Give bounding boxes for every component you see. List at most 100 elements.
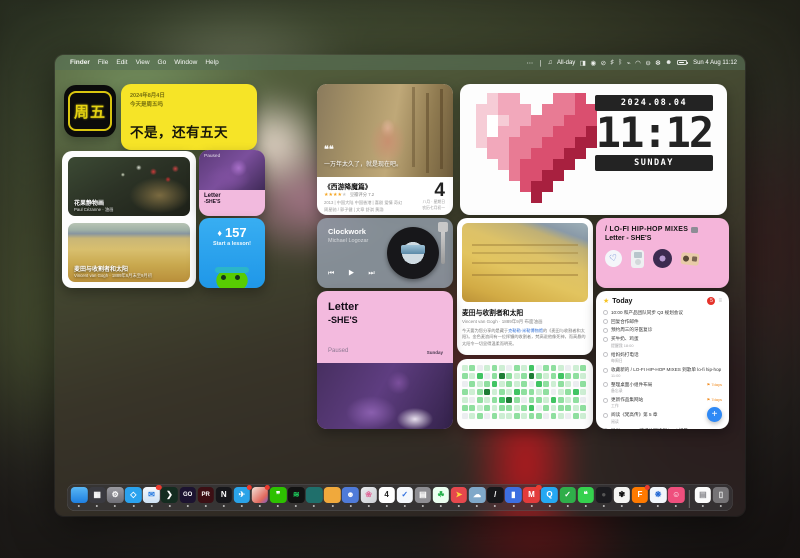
dock-icon-pink-face-app[interactable]: ☺ <box>668 487 685 504</box>
art-card-vangogh[interactable]: 麦田与收割者和太阳 Vincent van Gogh · 1889年6月末至9月… <box>68 223 190 282</box>
todo-checkbox[interactable] <box>603 310 608 315</box>
todo-checkbox[interactable] <box>603 328 608 333</box>
status-icon-2[interactable]: ⊘ <box>601 59 606 67</box>
dock-icon-notes[interactable]: ▤ <box>415 487 432 504</box>
dock-icon-messages[interactable]: ❝ <box>577 487 594 504</box>
friday-widget[interactable]: 2024年8月4日 今天是周五吗 不是，还有五天 <box>121 84 257 150</box>
contribution-cell <box>477 381 483 387</box>
dock-icon-photos[interactable]: ❀ <box>360 487 377 504</box>
todo-checkbox[interactable] <box>603 337 608 342</box>
lofi-playlist-widget[interactable]: / LO-FI HIP-HOP MIXES Letter - SHE'S ♡ <box>596 218 729 288</box>
status-icon-9[interactable]: ☻ <box>665 59 672 67</box>
dock-icon-arc-browser[interactable] <box>252 487 269 504</box>
dock-icon-cron-calendar[interactable]: / <box>487 487 504 504</box>
art-gallery-widget[interactable]: 花果静物画 Paul Cézanne · 油画 麦田与收割者和太阳 Vincen… <box>62 151 196 288</box>
dock-icon-trash[interactable]: ▯ <box>713 487 730 504</box>
status-icon-8[interactable]: ❆ <box>655 59 660 67</box>
dock-icon-go-app[interactable]: GO <box>179 487 196 504</box>
dock-icon-notion[interactable]: N <box>216 487 233 504</box>
dock-icon-system-settings[interactable]: ⚙ <box>107 487 124 504</box>
battery-icon[interactable] <box>677 60 687 65</box>
dock-icon-raycast[interactable]: ➤ <box>451 487 468 504</box>
friday-app-icon[interactable]: 周五 <box>64 85 116 137</box>
todo-checkbox[interactable] <box>603 428 608 429</box>
todo-checkbox[interactable] <box>603 398 608 403</box>
status-icon-3[interactable]: ♯ <box>611 59 614 67</box>
status-icon-7[interactable]: ⊖ <box>645 59 650 67</box>
dock-icon-shield-app[interactable]: ✓ <box>559 487 576 504</box>
dock-icon-finder[interactable] <box>71 487 88 504</box>
todo-item[interactable]: 导出 2024.08 壁纸并同步到 iPad 相册今天 <box>603 426 722 429</box>
dock-icon-orange-app[interactable] <box>324 487 341 504</box>
painting-detail-widget[interactable]: 麦田与收割者和太阳 Vincent van Gogh · 1889年9月 布面油… <box>457 218 593 355</box>
dock-icon-vscode[interactable]: ◇ <box>125 487 142 504</box>
todo-more-icon[interactable]: ≡ <box>718 298 722 304</box>
now-playing-icon[interactable]: ♫ <box>548 59 553 66</box>
dock-icon-calendar[interactable]: 4 <box>378 487 395 504</box>
menu-item-help[interactable]: Help <box>205 59 218 66</box>
all-day-label[interactable]: All-day <box>557 60 575 66</box>
pixel-clock-widget[interactable]: 2024.08.04 11:12 SUNDAY <box>460 84 727 215</box>
dock-icon-pr-app[interactable]: PR <box>197 487 214 504</box>
todo-item[interactable]: 10:00 和产品团队同步 Q3 规划会议 <box>603 308 722 317</box>
art-card-cezanne[interactable]: 花果静物画 Paul Cézanne · 油画 <box>68 157 190 216</box>
todo-item[interactable]: 阅读《梵高传》第 5 章阅读⚑ 7days <box>603 411 722 426</box>
todo-checkbox[interactable] <box>603 352 608 357</box>
todo-item[interactable]: 收藏新的 / LO-FI HIP-HOP MIXES 到歌单 lo-fi hip… <box>603 366 722 380</box>
todo-item[interactable]: 预约周三的牙医复诊 <box>603 326 722 335</box>
status-icon-4[interactable]: ᛒ <box>618 59 622 67</box>
duolingo-widget[interactable]: ♦ 157 Start a lesson! <box>199 218 265 288</box>
dock-icon-mail[interactable]: ✉ <box>143 487 160 504</box>
menu-item-go[interactable]: Go <box>158 59 167 66</box>
reminders-widget[interactable]: ★ Today 5 ≡ 10:00 和产品团队同步 Q3 规划会议回复合作邮件预… <box>596 291 729 429</box>
dock-icon-terminal[interactable]: ❯ <box>161 487 178 504</box>
todo-item[interactable]: 回复合作邮件 <box>603 317 722 326</box>
playback-controls[interactable]: ⏮ ▶ ⏭ <box>328 270 381 278</box>
dock-icon-wallet-app[interactable]: ▮ <box>505 487 522 504</box>
menu-item-view[interactable]: View <box>136 59 150 66</box>
todo-checkbox[interactable] <box>603 368 608 373</box>
heart-pixel <box>575 137 586 148</box>
dock-icon-orange-f-app[interactable]: F <box>632 487 649 504</box>
dock-icon-downloads-document[interactable]: ▤ <box>695 487 712 504</box>
more-status-icon[interactable]: ⋯ <box>527 59 534 67</box>
dock-icon-telegram[interactable]: ✈ <box>234 487 251 504</box>
todo-item[interactable]: 给妈妈打电话每周日 <box>603 350 722 365</box>
movie-widget[interactable]: ❝❝ 一万年太久了，就是现在吧。 《西游降魔篇》 ★★★★★ 豆瓣评分 7.2 … <box>317 84 453 215</box>
dock-icon-things[interactable]: ✓ <box>397 487 414 504</box>
dock-icon-chatgpt[interactable]: ✾ <box>614 487 631 504</box>
status-icon-0[interactable]: ◨ <box>580 59 586 67</box>
dock-icon-red-m-app[interactable]: M <box>523 487 540 504</box>
todo-item[interactable]: 更新作品集网站工作⚑ 7days <box>603 395 722 410</box>
contribution-cell <box>499 373 505 379</box>
todo-checkbox[interactable] <box>603 382 608 387</box>
dock-icon-clover-app[interactable]: ☘ <box>433 487 450 504</box>
add-reminder-button[interactable]: + <box>707 407 722 422</box>
status-icon-1[interactable]: ◉ <box>590 59 596 67</box>
todo-item[interactable]: 买牛奶、鸡蛋提醒我 18:00 <box>603 335 722 350</box>
menu-item-finder[interactable]: Finder <box>70 59 90 66</box>
music-widget-small[interactable]: Paused Letter -SHE'S <box>199 150 265 216</box>
dock-icon-spotify[interactable]: ≋ <box>288 487 305 504</box>
menu-item-edit[interactable]: Edit <box>116 59 127 66</box>
todo-checkbox[interactable] <box>603 319 608 324</box>
status-icon-6[interactable]: ◠ <box>635 59 641 67</box>
todo-checkbox[interactable] <box>603 413 608 418</box>
music-player-widget[interactable]: Clockwork Michael Logozar ⏮ ▶ ⏭ <box>317 218 453 288</box>
dock-icon-launchpad[interactable]: ▦ <box>89 487 106 504</box>
museum-link[interactable]: 克勒勒·米勒博物馆 <box>508 328 543 333</box>
music-widget-large[interactable]: Letter -SHE'S Paused Sunday <box>317 291 453 429</box>
menu-clock[interactable]: Sun 4 Aug 11:12 <box>693 60 737 66</box>
contribution-graph-widget[interactable] <box>457 359 593 429</box>
dock-icon-wechat[interactable]: ❞ <box>270 487 287 504</box>
dock-icon-snowflake-app[interactable]: ❋ <box>650 487 667 504</box>
dock-icon-black-circle-app[interactable]: ● <box>596 487 613 504</box>
menu-item-file[interactable]: File <box>98 59 108 66</box>
dock-icon-weather[interactable]: ☁ <box>469 487 486 504</box>
dock-icon-blue-character-app[interactable]: ☻ <box>342 487 359 504</box>
status-icon-5[interactable]: ⌁ <box>627 59 631 67</box>
dock-icon-teal-app[interactable] <box>306 487 323 504</box>
dock-icon-qq[interactable]: Q <box>541 487 558 504</box>
todo-item[interactable]: 整理桌面小组件布局备忘录⚑ 7days <box>603 380 722 395</box>
menu-item-window[interactable]: Window <box>174 59 197 66</box>
